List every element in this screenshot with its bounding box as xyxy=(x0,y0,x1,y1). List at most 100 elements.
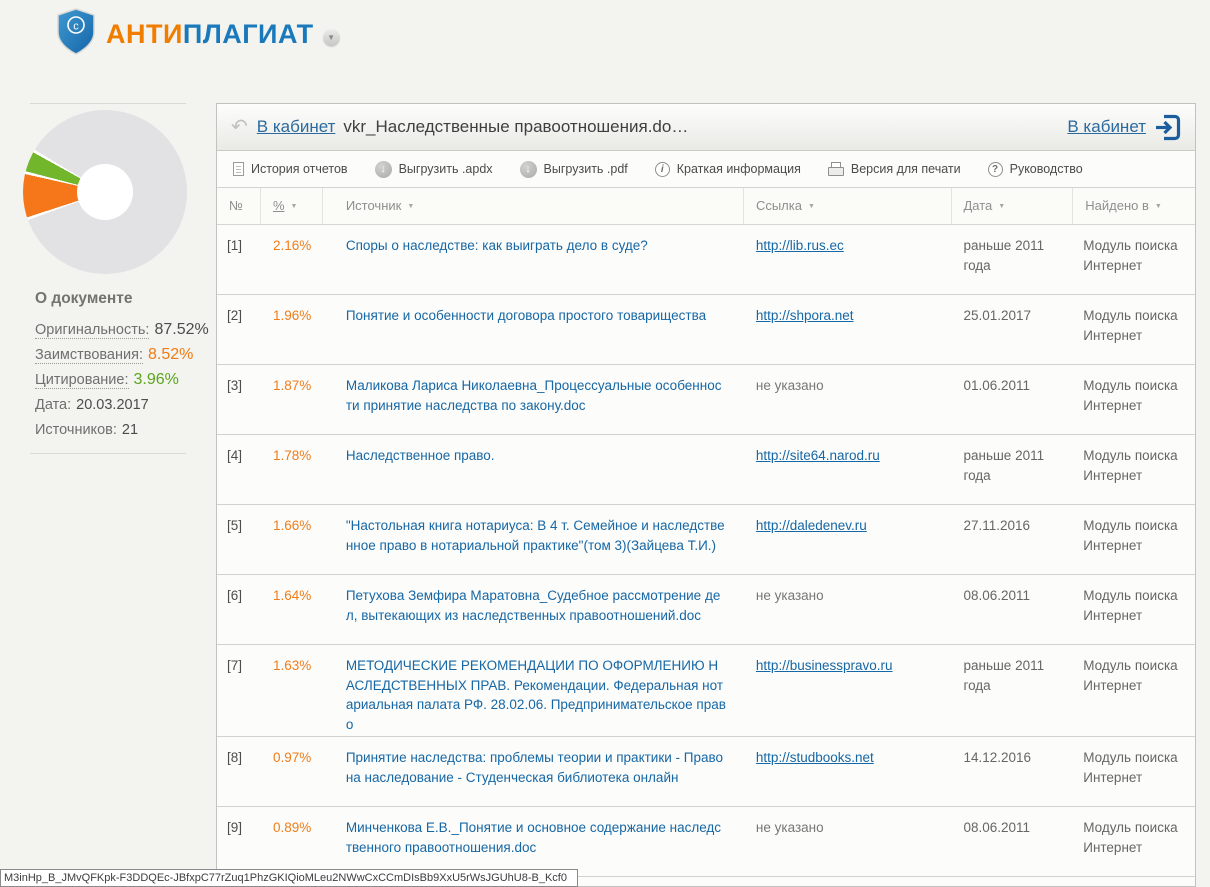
table-row: [6]1.64%Петухова Земфира Маратовна_Судеб… xyxy=(217,575,1195,645)
document-sidebar: О документе Оригинальность:87.52%Заимств… xyxy=(0,0,208,887)
row-number: [2] xyxy=(217,295,261,364)
source-date: 01.06.2011 xyxy=(951,365,1073,434)
column-header-label: Ссылка xyxy=(756,198,802,213)
stat-value: 20.03.2017 xyxy=(76,397,149,413)
column-header-label: % xyxy=(273,198,285,213)
toolbar-item-print[interactable]: Версия для печати xyxy=(828,162,961,176)
column-header-link[interactable]: Ссылка ▼ xyxy=(744,188,952,224)
source-url-link[interactable]: http://site64.narod.ru xyxy=(756,448,880,463)
about-document-title: О документе xyxy=(35,290,200,308)
source-percent[interactable]: 0.89% xyxy=(261,807,323,876)
row-number: [3] xyxy=(217,365,261,434)
source-url-link[interactable]: http://shpora.net xyxy=(756,308,854,323)
column-header-found[interactable]: Найдено в ▼ xyxy=(1073,188,1195,224)
source-title[interactable]: Понятие и особенности договора простого … xyxy=(323,295,744,364)
toolbar-item-label: Руководство xyxy=(1010,162,1083,176)
source-title[interactable]: МЕТОДИЧЕСКИЕ РЕКОМЕНДАЦИИ ПО ОФОРМЛЕНИЮ … xyxy=(323,645,744,736)
document-stats-list: Оригинальность:87.52%Заимствования:8.52%… xyxy=(35,322,200,438)
report-history-icon xyxy=(233,162,244,176)
source-title[interactable]: "Настольная книга нотариуса: В 4 т. Семе… xyxy=(323,505,744,574)
toolbar-item-report-history[interactable]: История отчетов xyxy=(233,162,348,176)
row-number: [7] xyxy=(217,645,261,736)
document-title: vkr_Наследственные правоотношения.do… xyxy=(343,117,688,137)
table-row: [2]1.96%Понятие и особенности договора п… xyxy=(217,295,1195,365)
source-percent[interactable]: 1.87% xyxy=(261,365,323,434)
back-to-cabinet-link[interactable]: В кабинет xyxy=(257,117,336,137)
source-title[interactable]: Принятие наследства: проблемы теории и п… xyxy=(323,737,744,806)
sort-arrow-icon[interactable]: ▼ xyxy=(291,203,298,210)
sources-table-body: [1]2.16%Споры о наследстве: как выиграть… xyxy=(217,225,1195,877)
source-title[interactable]: Минченкова Е.В._Понятие и основное содер… xyxy=(323,807,744,876)
source-link-cell: не указано xyxy=(744,575,952,644)
stat-value: 87.52% xyxy=(154,321,208,338)
stat-row: Источников:21 xyxy=(35,422,200,438)
source-url-not-specified: не указано xyxy=(756,378,824,393)
stat-label[interactable]: Цитирование: xyxy=(35,372,129,389)
row-number: [6] xyxy=(217,575,261,644)
sort-arrow-icon[interactable]: ▼ xyxy=(998,203,1005,210)
column-header-label: № xyxy=(229,198,243,213)
source-link-cell: http://businesspravo.ru xyxy=(744,645,952,736)
search-module: Модуль поиска Интернет xyxy=(1073,225,1195,294)
search-module: Модуль поиска Интернет xyxy=(1073,295,1195,364)
source-percent[interactable]: 1.96% xyxy=(261,295,323,364)
sort-arrow-icon[interactable]: ▼ xyxy=(407,203,414,210)
search-module: Модуль поиска Интернет xyxy=(1073,365,1195,434)
column-header-label: Найдено в xyxy=(1085,198,1149,213)
source-percent[interactable]: 1.78% xyxy=(261,435,323,504)
source-percent[interactable]: 1.64% xyxy=(261,575,323,644)
column-header-date[interactable]: Дата ▼ xyxy=(952,188,1074,224)
row-number: [1] xyxy=(217,225,261,294)
sort-arrow-icon[interactable]: ▼ xyxy=(808,203,815,210)
column-header-src[interactable]: Источник▼ xyxy=(323,188,744,224)
source-percent[interactable]: 0.97% xyxy=(261,737,323,806)
source-title[interactable]: Петухова Земфира Маратовна_Судебное расс… xyxy=(323,575,744,644)
source-date: 08.06.2011 xyxy=(951,575,1073,644)
table-row: [3]1.87%Маликова Лариса Николаевна_Проце… xyxy=(217,365,1195,435)
source-date: раньше 2011 года xyxy=(951,645,1073,736)
toolbar-item-label: История отчетов xyxy=(251,162,348,176)
source-link-cell: http://lib.rus.ec xyxy=(744,225,952,294)
download-apdx-icon xyxy=(375,161,392,178)
search-module: Модуль поиска Интернет xyxy=(1073,575,1195,644)
toolbar-item-label: Версия для печати xyxy=(851,162,961,176)
search-module: Модуль поиска Интернет xyxy=(1073,737,1195,806)
stat-row: Заимствования:8.52% xyxy=(35,347,200,363)
sort-arrow-icon[interactable]: ▼ xyxy=(1155,203,1162,210)
cabinet-link[interactable]: В кабинет xyxy=(1067,117,1146,137)
exit-to-cabinet-icon[interactable] xyxy=(1154,114,1181,141)
source-url-link[interactable]: http://studbooks.net xyxy=(756,750,874,765)
toolbar-item-info[interactable]: Краткая информация xyxy=(655,162,801,177)
source-title[interactable]: Маликова Лариса Николаевна_Процессуальны… xyxy=(323,365,744,434)
toolbar-item-download-apdx[interactable]: Выгрузить .apdx xyxy=(375,161,493,178)
row-number: [5] xyxy=(217,505,261,574)
toolbar-item-download-pdf[interactable]: Выгрузить .pdf xyxy=(520,161,628,178)
source-title[interactable]: Споры о наследстве: как выиграть дело в … xyxy=(323,225,744,294)
row-number: [9] xyxy=(217,807,261,876)
sources-table-header: №%▼Источник▼Ссылка▼Дата▼Найдено в▼ xyxy=(217,188,1195,225)
sidebar-bottom-divider xyxy=(30,453,186,454)
brand-dropdown-button[interactable]: ▼ xyxy=(323,29,340,46)
help-icon xyxy=(988,162,1003,177)
download-pdf-icon xyxy=(520,161,537,178)
source-date: раньше 2011 года xyxy=(951,435,1073,504)
source-percent[interactable]: 2.16% xyxy=(261,225,323,294)
source-date: 14.12.2016 xyxy=(951,737,1073,806)
source-title[interactable]: Наследственное право. xyxy=(323,435,744,504)
stat-label[interactable]: Заимствования: xyxy=(35,347,143,364)
stat-label[interactable]: Оригинальность: xyxy=(35,322,149,339)
source-percent[interactable]: 1.66% xyxy=(261,505,323,574)
source-date: 08.06.2011 xyxy=(951,807,1073,876)
toolbar-item-help[interactable]: Руководство xyxy=(988,162,1083,177)
back-arrow-icon[interactable]: ↶ xyxy=(231,117,248,137)
column-header-label: Дата xyxy=(964,198,993,213)
source-url-link[interactable]: http://lib.rus.ec xyxy=(756,238,844,253)
source-link-cell: не указано xyxy=(744,807,952,876)
originality-donut-chart xyxy=(23,110,187,274)
toolbar-item-label: Краткая информация xyxy=(677,162,801,176)
source-url-link[interactable]: http://businesspravo.ru xyxy=(756,658,893,673)
source-percent[interactable]: 1.63% xyxy=(261,645,323,736)
column-header-pct[interactable]: %▼ xyxy=(261,188,323,224)
source-url-link[interactable]: http://daledenev.ru xyxy=(756,518,867,533)
stat-value: 21 xyxy=(122,422,138,438)
